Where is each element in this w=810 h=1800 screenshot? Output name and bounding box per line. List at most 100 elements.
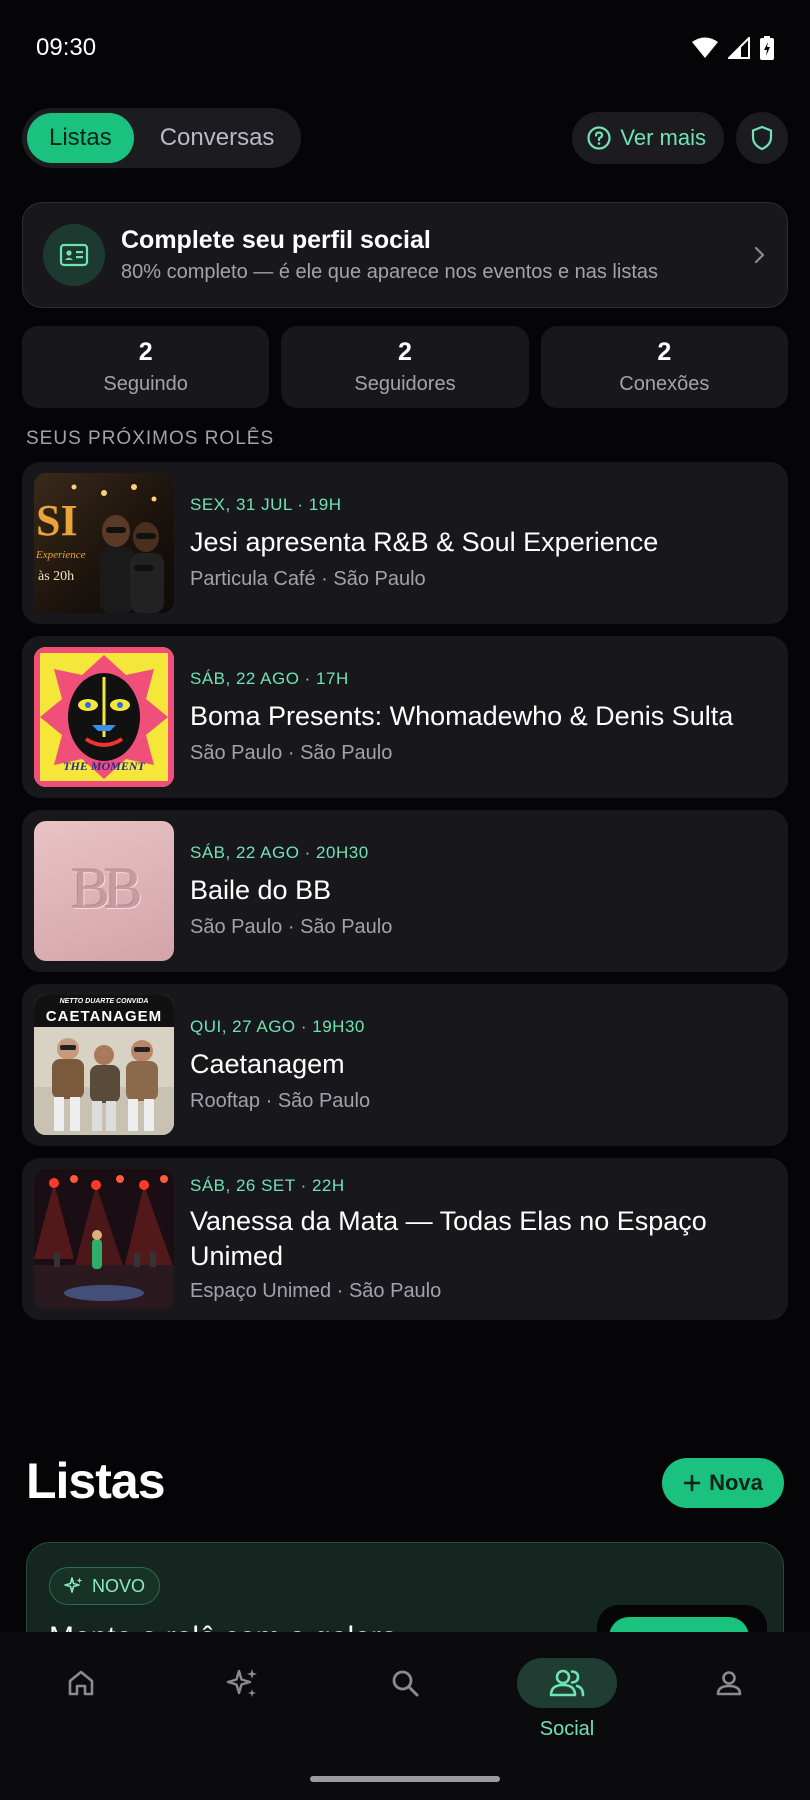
sparkles-icon xyxy=(226,1669,257,1697)
event-place: Rooftap · São Paulo xyxy=(190,1090,371,1112)
stat-value: 2 xyxy=(138,338,153,366)
battery-icon xyxy=(760,36,774,60)
event-title: Jesi apresenta R&B & Soul Experience xyxy=(190,527,659,557)
help-circle-icon xyxy=(587,126,612,150)
nav-social[interactable]: Social xyxy=(512,1654,622,1741)
event-info: SÁB, 22 AGO · 17H Boma Presents: Whomade… xyxy=(190,669,776,765)
poster-logo-text: BB xyxy=(71,856,142,921)
top-actions: Ver mais xyxy=(572,112,788,164)
concert-stage-photo-icon xyxy=(34,1169,174,1309)
event-title: Boma Presents: Whomadewho & Denis Sulta xyxy=(190,701,734,731)
event-poster-image: SI Experience às 20h xyxy=(34,473,174,613)
event-date: SÁB, 22 AGO · 20H30 xyxy=(190,843,369,862)
poster-subtitle-text: NETTO DUARTE CONVIDA xyxy=(59,998,149,1005)
listas-heading: Listas xyxy=(26,1453,166,1509)
event-card[interactable]: SI Experience às 20h SEX, 31 JUL · 19H J… xyxy=(22,462,788,624)
stat-label: Seguidores xyxy=(354,373,456,395)
nav-icon-wrap xyxy=(193,1658,293,1708)
stat-value: 2 xyxy=(398,338,412,366)
social-stats: 2 Seguindo 2 Seguidores 2 Conexões xyxy=(22,326,788,408)
poster-subtitle-text: Experience xyxy=(36,549,86,561)
new-list-label: Nova xyxy=(709,1470,763,1495)
event-place: São Paulo · São Paulo xyxy=(190,916,393,938)
wifi-icon xyxy=(692,37,718,58)
bottom-nav-items: Social xyxy=(0,1654,810,1744)
ver-mais-button[interactable]: Ver mais xyxy=(572,112,724,164)
event-date: SÁB, 26 SET · 22H xyxy=(190,1175,345,1195)
home-icon xyxy=(68,1670,94,1696)
nav-icon-wrap xyxy=(355,1658,455,1708)
event-date: SEX, 31 JUL · 19H xyxy=(190,495,342,514)
event-title: Baile do BB xyxy=(190,875,332,905)
event-date: SÁB, 22 AGO · 17H xyxy=(190,669,349,688)
event-date: QUI, 27 AGO · 19H30 xyxy=(190,1017,365,1036)
bottom-navigation: Social xyxy=(0,1632,810,1800)
event-card[interactable]: SÁB, 26 SET · 22H Vanessa da Mata — Toda… xyxy=(22,1158,788,1320)
status-bar: 09:30 xyxy=(0,0,810,96)
tab-conversas[interactable]: Conversas xyxy=(138,113,297,163)
event-poster-image: BB xyxy=(34,821,174,961)
event-card[interactable]: THE MOMENT SÁB, 22 AGO · 17H Boma Presen… xyxy=(22,636,788,798)
poster-time-text: às 20h xyxy=(38,569,75,584)
status-icons xyxy=(692,36,774,60)
shield-icon xyxy=(751,125,773,151)
person-icon xyxy=(716,1671,742,1696)
nav-search[interactable] xyxy=(350,1654,460,1708)
profile-card-subtitle: 80% completo — é ele que aparece nos eve… xyxy=(121,261,658,283)
ver-mais-label: Ver mais xyxy=(620,125,706,150)
event-card[interactable]: BB SÁB, 22 AGO · 20H30 Baile do BB São P… xyxy=(22,810,788,972)
event-poster-image: NETTO DUARTE CONVIDA CAETANAGEM xyxy=(34,995,174,1135)
people-icon xyxy=(549,1669,585,1697)
stat-conexoes[interactable]: 2 Conexões xyxy=(540,326,788,408)
stat-label: Seguindo xyxy=(103,373,188,395)
signal-icon xyxy=(728,37,750,59)
tab-listas[interactable]: Listas xyxy=(27,113,134,163)
stat-value: 2 xyxy=(657,338,672,366)
search-icon xyxy=(392,1670,419,1697)
privacy-button[interactable] xyxy=(736,112,788,164)
event-title: Vanessa da Mata — Todas Elas no Espaço U… xyxy=(190,1205,707,1271)
nav-home[interactable] xyxy=(26,1654,136,1708)
id-card-icon xyxy=(59,243,89,267)
sparkles-icon xyxy=(64,1577,83,1593)
complete-profile-card[interactable]: Complete seu perfil social 80% completo … xyxy=(22,202,788,308)
upcoming-events-list: SI Experience às 20h SEX, 31 JUL · 19H J… xyxy=(22,462,788,1332)
event-info: SEX, 31 JUL · 19H Jesi apresenta R&B & S… xyxy=(190,495,776,591)
people-photo-icon xyxy=(34,1038,174,1135)
event-info: SÁB, 22 AGO · 20H30 Baile do BB São Paul… xyxy=(190,843,776,939)
stat-label: Conexões xyxy=(619,373,710,395)
nav-social-label: Social xyxy=(539,1718,595,1740)
profile-card-title: Complete seu perfil social xyxy=(121,226,431,254)
plus-icon xyxy=(683,1474,701,1492)
new-badge-label: NOVO xyxy=(92,1575,146,1596)
nav-profile[interactable] xyxy=(674,1654,784,1708)
nav-discover[interactable] xyxy=(188,1654,298,1708)
profile-card-icon-wrap xyxy=(43,224,105,286)
event-poster-image: THE MOMENT xyxy=(34,647,174,787)
upcoming-events-heading: SEUS PRÓXIMOS ROLÊS xyxy=(26,428,275,449)
event-poster-image xyxy=(34,1169,174,1309)
nav-icon-wrap xyxy=(31,1658,131,1708)
top-bar: Listas Conversas Ver mais xyxy=(22,108,788,168)
new-badge: NOVO xyxy=(49,1567,161,1605)
profile-card-text: Complete seu perfil social 80% completo … xyxy=(121,226,751,284)
poster-title-text: CAETANAGEM xyxy=(45,1008,163,1025)
poster-title-text: THE MOMENT xyxy=(63,759,145,773)
status-time: 09:30 xyxy=(36,34,97,61)
event-title: Caetanagem xyxy=(190,1049,345,1079)
event-place: São Paulo · São Paulo xyxy=(190,742,393,764)
new-list-button[interactable]: Nova xyxy=(662,1458,784,1508)
event-card[interactable]: NETTO DUARTE CONVIDA CAETANAGEM QUI, 27 … xyxy=(22,984,788,1146)
event-place: Espaço Unimed · São Paulo xyxy=(190,1279,442,1302)
poster-title-text: SI xyxy=(36,496,78,545)
event-place: Particula Café · São Paulo xyxy=(190,568,426,590)
event-info: QUI, 27 AGO · 19H30 Caetanagem Rooftap ·… xyxy=(190,1017,776,1113)
chevron-right-icon xyxy=(754,246,765,264)
home-indicator[interactable] xyxy=(310,1776,500,1782)
tab-switcher: Listas Conversas xyxy=(22,108,302,168)
nav-icon-wrap xyxy=(517,1658,617,1708)
stat-seguindo[interactable]: 2 Seguindo xyxy=(22,326,270,408)
event-info: SÁB, 26 SET · 22H Vanessa da Mata — Toda… xyxy=(190,1176,776,1303)
stat-seguidores[interactable]: 2 Seguidores xyxy=(281,326,529,408)
nav-icon-wrap xyxy=(679,1658,779,1708)
